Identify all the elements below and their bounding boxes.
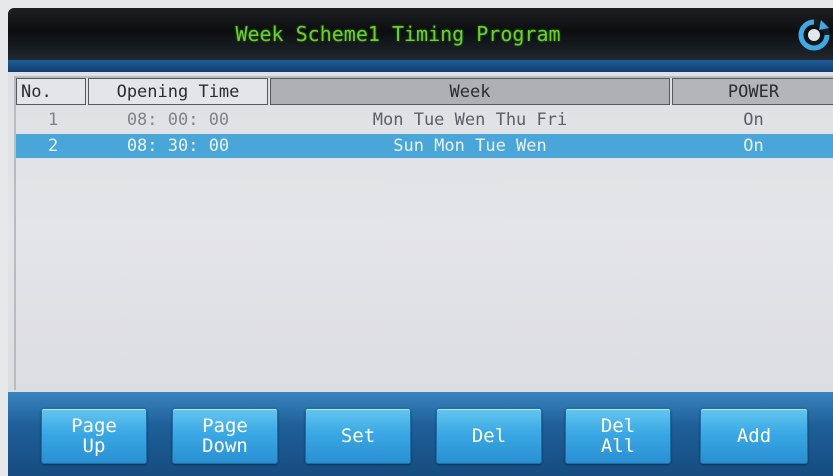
row-number: 2 (48, 136, 59, 156)
page-title: Week Scheme1 Timing Program (235, 22, 561, 46)
table-row[interactable]: 1 08: 00: 00 Mon Tue Wen Thu Fri On (16, 108, 833, 132)
bottom-toolbar: Page Up Page Down Set Del Del All Add (8, 392, 833, 476)
page-up-label: Page Up (71, 415, 117, 457)
table-row-selected[interactable]: 2 08: 30: 00 Sun Mon Tue Wen On (16, 134, 833, 158)
page-up-button[interactable]: Page Up (41, 408, 147, 464)
row-opening-time: 08: 30: 00 (126, 136, 230, 156)
schedule-table: No. Opening Time Week POWER 1 08: 00: 00… (14, 76, 833, 390)
row-power: On (743, 110, 764, 130)
delete-button[interactable]: Del (436, 408, 542, 464)
row-power: On (743, 136, 764, 156)
row-week-days: Sun Mon Tue Wen (393, 136, 547, 156)
table-header: No. Opening Time Week POWER (16, 78, 833, 107)
add-button[interactable]: Add (700, 408, 808, 464)
column-header-power: POWER (672, 78, 833, 105)
delete-label: Del (471, 425, 507, 447)
set-label: Set (340, 425, 376, 447)
title-bar: Week Scheme1 Timing Program (8, 8, 833, 60)
column-header-no: No. (16, 78, 86, 105)
page-down-button[interactable]: Page Down (172, 408, 278, 464)
row-number: 1 (48, 110, 59, 130)
column-header-week: Week (270, 78, 670, 105)
refresh-icon[interactable] (797, 18, 831, 52)
row-opening-time: 08: 00: 00 (126, 110, 230, 130)
column-header-opening-time: Opening Time (88, 78, 268, 105)
add-label: Add (736, 425, 772, 447)
schedule-table-area: No. Opening Time Week POWER 1 08: 00: 00… (8, 72, 833, 392)
delete-all-label: Del All (600, 415, 636, 457)
row-week-days: Mon Tue Wen Thu Fri (372, 110, 568, 130)
page-down-label: Page Down (202, 415, 248, 457)
screen: Week Scheme1 Timing Program No. Opening … (0, 0, 833, 476)
set-button[interactable]: Set (305, 408, 411, 464)
title-underline-band (8, 60, 833, 72)
delete-all-button[interactable]: Del All (565, 408, 671, 464)
